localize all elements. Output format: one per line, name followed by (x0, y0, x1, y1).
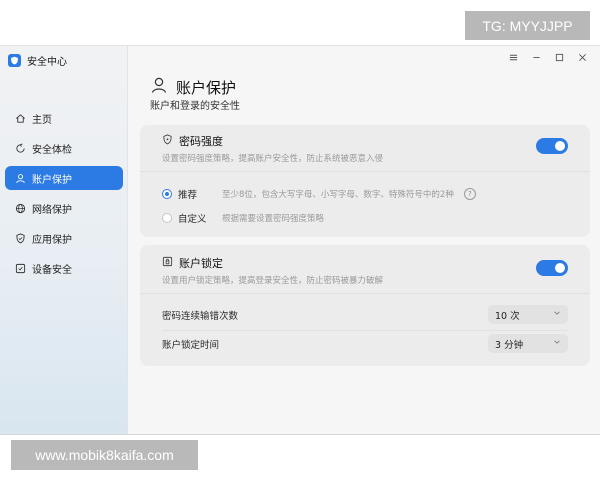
account-lock-description: 设置用户锁定策略，提高登录安全性，防止密码被暴力破解 (162, 276, 384, 286)
divider (140, 293, 590, 294)
shield-icon (8, 54, 21, 67)
sidebar-item-label: 设备安全 (32, 264, 72, 276)
option-custom: 自定义 根据需要设置密码强度策略 (162, 211, 324, 225)
sidebar-item-label: 应用保护 (32, 234, 72, 246)
watermark-bottom: www.mobik8kaifa.com (11, 440, 198, 470)
option-recommended-label: 推荐 (178, 190, 198, 201)
sidebar-item-label: 账户保护 (32, 174, 72, 186)
page-title: 账户保护 (176, 78, 237, 97)
sidebar-item-network-protection[interactable]: 网络保护 (5, 196, 123, 220)
checkup-icon (15, 143, 26, 154)
lock-file-icon (162, 256, 173, 270)
divider (140, 171, 590, 172)
max-failed-attempts-label: 密码连续输错次数 (162, 310, 239, 322)
sidebar-item-home[interactable]: 主页 (5, 106, 123, 130)
max-failed-attempts-value: 10 次 (495, 310, 520, 322)
radio-recommended[interactable] (162, 189, 172, 199)
option-recommended: 推荐 至少8位，包含大写字母、小写字母、数字、特殊符号中的2种 ? (162, 187, 476, 201)
app-window: 安全中心 主页 安全体检 账户保护 网络保护 应用保护 设备安全 账户保护 账户… (0, 45, 600, 435)
option-custom-hint: 根据需要设置密码强度策略 (222, 214, 325, 224)
help-icon[interactable]: ? (463, 188, 476, 200)
sidebar-nav: 主页 安全体检 账户保护 网络保护 应用保护 设备安全 (5, 106, 123, 286)
chevron-down-icon (553, 338, 561, 349)
user-icon (150, 76, 168, 98)
sidebar-item-label: 主页 (32, 114, 52, 126)
app-title-bar: 安全中心 (8, 53, 67, 68)
account-lock-toggle[interactable] (536, 260, 568, 276)
window-controls (508, 52, 588, 63)
minimize-icon[interactable] (531, 52, 542, 63)
sidebar-item-label: 网络保护 (32, 204, 72, 216)
maximize-icon[interactable] (554, 52, 565, 63)
main-content: 账户保护 账户和登录的安全性 密码强度 设置密码强度策略，提高账户安全性，防止系… (128, 46, 600, 434)
max-failed-attempts-row: 密码连续输错次数 10 次 (162, 305, 568, 324)
password-strength-header: 密码强度 (162, 133, 223, 149)
close-icon[interactable] (577, 52, 588, 63)
watermark-top: TG: MYYJJPP (465, 11, 590, 40)
chevron-down-icon (553, 309, 561, 320)
sidebar-item-checkup[interactable]: 安全体检 (5, 136, 123, 160)
lock-duration-label: 账户锁定时间 (162, 339, 220, 351)
divider (162, 330, 568, 331)
lock-duration-select[interactable]: 3 分钟 (488, 334, 568, 353)
home-icon (15, 113, 26, 124)
globe-icon (15, 203, 26, 214)
device-icon (15, 263, 26, 274)
password-strength-title: 密码强度 (179, 135, 223, 148)
page-header: 账户保护 (150, 76, 236, 98)
lock-duration-value: 3 分钟 (495, 339, 524, 351)
password-strength-card: 密码强度 设置密码强度策略，提高账户安全性，防止系统被恶意入侵 推荐 至少8位，… (140, 125, 590, 237)
password-strength-description: 设置密码强度策略，提高账户安全性，防止系统被恶意入侵 (162, 154, 384, 164)
user-icon (15, 173, 26, 184)
sidebar-item-account-protection[interactable]: 账户保护 (5, 166, 123, 190)
sidebar-item-app-protection[interactable]: 应用保护 (5, 226, 123, 250)
shield-icon (15, 232, 26, 244)
account-lock-header: 账户锁定 (162, 255, 223, 271)
option-recommended-hint: 至少8位，包含大写字母、小写字母、数字、特殊符号中的2种 (222, 190, 454, 200)
sidebar: 安全中心 主页 安全体检 账户保护 网络保护 应用保护 设备安全 (0, 46, 128, 434)
radio-custom[interactable] (162, 213, 172, 223)
sidebar-item-label: 安全体检 (32, 144, 72, 156)
page-subtitle: 账户和登录的安全性 (150, 101, 240, 112)
account-lock-card: 账户锁定 设置用户锁定策略，提高登录安全性，防止密码被暴力破解 密码连续输错次数… (140, 245, 590, 366)
account-lock-title: 账户锁定 (179, 257, 223, 270)
menu-icon[interactable] (508, 52, 519, 63)
lock-duration-row: 账户锁定时间 3 分钟 (162, 334, 568, 353)
password-strength-toggle[interactable] (536, 138, 568, 154)
max-failed-attempts-select[interactable]: 10 次 (488, 305, 568, 324)
app-title: 安全中心 (27, 57, 67, 68)
shield-lock-icon (162, 134, 173, 148)
sidebar-item-device-security[interactable]: 设备安全 (5, 256, 123, 280)
option-custom-label: 自定义 (178, 214, 207, 225)
